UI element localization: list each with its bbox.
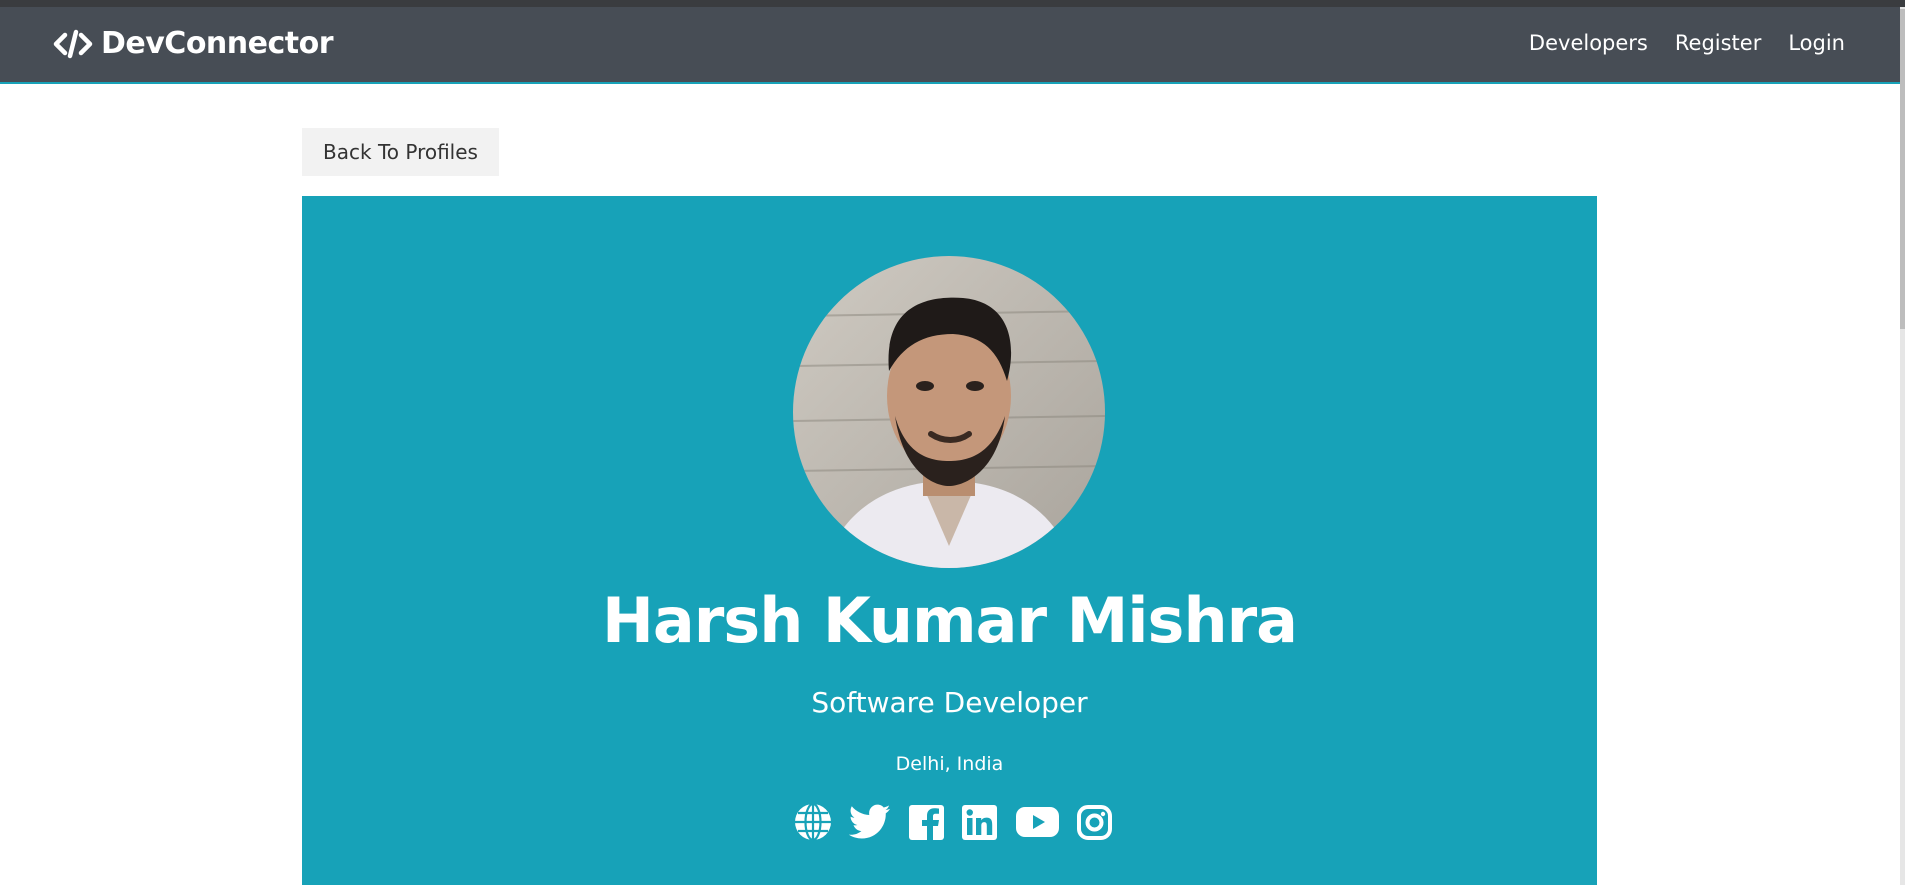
globe-icon[interactable] bbox=[793, 802, 833, 842]
browser-top-strip bbox=[0, 0, 1905, 7]
youtube-icon[interactable] bbox=[1015, 806, 1060, 838]
nav-developers-link[interactable]: Developers bbox=[1529, 31, 1648, 55]
nav-login-link[interactable]: Login bbox=[1788, 31, 1845, 55]
back-to-profiles-button[interactable]: Back To Profiles bbox=[302, 128, 499, 176]
avatar bbox=[793, 256, 1105, 568]
code-icon bbox=[53, 29, 93, 58]
navbar: DevConnector Developers Register Login bbox=[0, 7, 1900, 84]
brand-link[interactable]: DevConnector bbox=[53, 26, 334, 61]
nav-links: Developers Register Login bbox=[1502, 31, 1845, 55]
linkedin-icon[interactable] bbox=[961, 804, 998, 841]
facebook-icon[interactable] bbox=[908, 804, 945, 841]
brand-text: DevConnector bbox=[101, 26, 334, 61]
profile-location: Delhi, India bbox=[895, 753, 1004, 775]
scrollbar-thumb[interactable] bbox=[1900, 9, 1905, 329]
social-icons bbox=[793, 800, 1113, 844]
profile-photo bbox=[793, 256, 1105, 568]
nav-register-link[interactable]: Register bbox=[1675, 31, 1761, 55]
instagram-icon[interactable] bbox=[1076, 804, 1113, 841]
profile-name: Harsh Kumar Mishra bbox=[601, 584, 1298, 657]
profile-status: Software Developer bbox=[811, 686, 1088, 719]
twitter-icon[interactable] bbox=[849, 804, 891, 840]
profile-top-card: Harsh Kumar Mishra Software Developer De… bbox=[302, 196, 1597, 885]
scrollbar[interactable] bbox=[1900, 7, 1905, 885]
